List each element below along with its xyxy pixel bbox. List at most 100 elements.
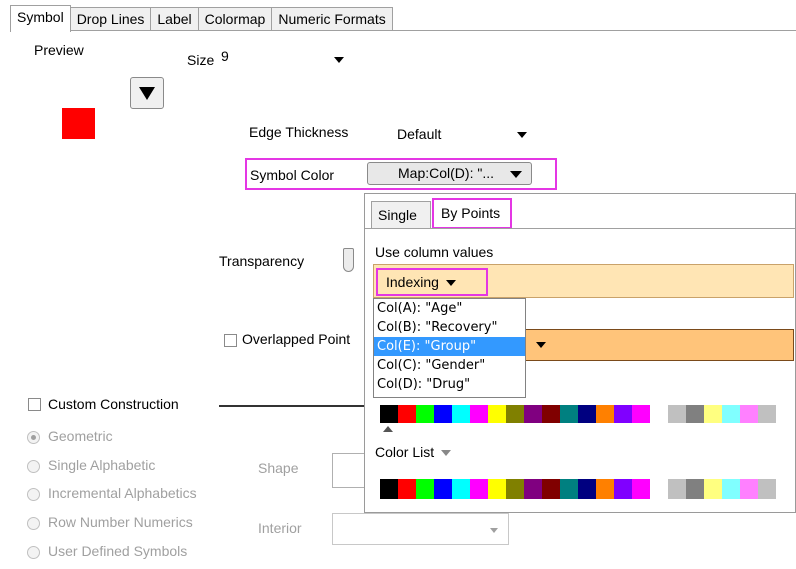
column-option[interactable]: Col(C): "Gender" (374, 356, 525, 375)
tab-label[interactable]: Label (150, 7, 199, 31)
color-swatch[interactable] (380, 479, 398, 499)
chevron-down-icon (517, 132, 527, 138)
color-swatch[interactable] (398, 405, 416, 423)
color-swatch[interactable] (524, 405, 542, 423)
color-swatch[interactable] (470, 479, 488, 499)
popup-tab-by-points[interactable]: By Points (436, 202, 508, 227)
color-popup: Single By Points Use column values Index… (364, 193, 796, 513)
size-label: Size (187, 52, 215, 68)
color-swatch[interactable] (632, 479, 650, 499)
radio-user-defined-symbols[interactable] (27, 546, 40, 559)
color-swatch[interactable] (542, 405, 560, 423)
color-swatch[interactable] (614, 479, 632, 499)
shape-combo[interactable] (332, 453, 366, 488)
color-swatch[interactable] (506, 479, 524, 499)
column-list: Col(A): "Age" Col(B): "Recovery" Col(E):… (373, 298, 526, 398)
color-swatch[interactable] (488, 405, 506, 423)
color-swatch[interactable] (398, 479, 416, 499)
edge-thickness-label: Edge Thickness (249, 124, 349, 140)
color-swatch[interactable] (506, 405, 524, 423)
color-swatch[interactable] (434, 479, 452, 499)
interior-combo[interactable] (332, 513, 509, 545)
column-option[interactable]: Col(D): "Drug" (374, 375, 525, 394)
triangle-down-icon (139, 87, 155, 100)
custom-construction-checkbox[interactable] (28, 398, 41, 411)
indexing-dropdown[interactable]: Indexing (386, 274, 456, 290)
chevron-down-icon (441, 450, 452, 457)
color-swatch[interactable] (722, 405, 740, 423)
tab-drop-lines[interactable]: Drop Lines (69, 7, 152, 31)
overlapped-point-checkbox[interactable] (224, 334, 237, 347)
popup-tab-by-points-label: By Points (441, 205, 501, 221)
popup-tab-divider (365, 228, 795, 229)
chevron-down-icon (334, 57, 344, 63)
color-swatch[interactable] (722, 479, 740, 499)
color-swatch[interactable] (596, 479, 614, 499)
color-swatch[interactable] (704, 479, 722, 499)
color-swatch[interactable] (686, 479, 704, 499)
symbol-shape-button[interactable] (130, 77, 164, 109)
use-column-values-label: Use column values (375, 244, 494, 260)
radio-label-incremental-alphabetics: Incremental Alphabetics (48, 485, 197, 501)
radio-geometric[interactable] (27, 431, 40, 444)
preview-label: Preview (34, 42, 84, 58)
symbol-color-button[interactable]: Map:Col(D): "... (367, 162, 532, 185)
transparency-label: Transparency (219, 253, 305, 269)
shape-label: Shape (258, 460, 299, 476)
size-combo[interactable]: 9 (217, 48, 352, 70)
color-palette-indexing[interactable] (380, 405, 776, 423)
column-option-selected[interactable]: Col(E): "Group" (374, 337, 525, 356)
color-swatch[interactable] (632, 405, 650, 423)
color-swatch[interactable] (470, 405, 488, 423)
column-option[interactable]: Col(B): "Recovery" (374, 318, 525, 337)
tab-symbol[interactable]: Symbol (10, 5, 71, 32)
color-swatch[interactable] (578, 479, 596, 499)
edge-thickness-combo[interactable]: Default (393, 122, 535, 146)
radio-row-number-numerics[interactable] (27, 517, 40, 530)
radio-label-user-defined-symbols: User Defined Symbols (48, 543, 188, 559)
tab-numeric-formats[interactable]: Numeric Formats (271, 7, 393, 31)
color-swatch[interactable] (452, 479, 470, 499)
color-palette-list[interactable] (380, 479, 776, 499)
popup-tab-single-label: Single (378, 207, 417, 223)
tab-panel-border (10, 30, 796, 31)
column-option[interactable]: Col(A): "Age" (374, 299, 525, 318)
color-list-label: Color List (375, 444, 435, 460)
color-swatch[interactable] (704, 405, 722, 423)
tab-bar: Symbol Drop Lines Label Colormap Numeric… (10, 5, 393, 32)
radio-single-alphabetic[interactable] (27, 460, 40, 473)
chevron-down-icon (536, 342, 546, 348)
color-swatch[interactable] (740, 479, 758, 499)
color-swatch[interactable] (488, 479, 506, 499)
radio-incremental-alphabetics[interactable] (27, 488, 40, 501)
group-divider (219, 405, 364, 407)
symbol-preview (62, 108, 95, 139)
popup-tab-single[interactable]: Single (371, 201, 431, 228)
color-swatch[interactable] (416, 479, 434, 499)
color-swatch[interactable] (452, 405, 470, 423)
color-swatch[interactable] (686, 405, 704, 423)
color-swatch[interactable] (434, 405, 452, 423)
color-swatch[interactable] (416, 405, 434, 423)
color-swatch[interactable] (650, 479, 668, 499)
color-swatch[interactable] (524, 479, 542, 499)
palette-marker-icon (383, 426, 393, 432)
color-swatch[interactable] (668, 479, 686, 499)
color-swatch[interactable] (596, 405, 614, 423)
custom-construction-label: Custom Construction (48, 396, 179, 412)
color-swatch[interactable] (578, 405, 596, 423)
color-swatch[interactable] (758, 405, 776, 423)
radio-label-row-number-numerics: Row Number Numerics (48, 514, 193, 530)
color-swatch[interactable] (650, 405, 668, 423)
color-swatch[interactable] (560, 479, 578, 499)
color-swatch[interactable] (542, 479, 560, 499)
color-swatch[interactable] (380, 405, 398, 423)
transparency-slider-thumb[interactable] (343, 248, 354, 272)
color-list-dropdown[interactable]: Color List (375, 444, 452, 460)
color-swatch[interactable] (668, 405, 686, 423)
color-swatch[interactable] (560, 405, 578, 423)
color-swatch[interactable] (740, 405, 758, 423)
color-swatch[interactable] (758, 479, 776, 499)
tab-colormap[interactable]: Colormap (197, 7, 273, 31)
color-swatch[interactable] (614, 405, 632, 423)
